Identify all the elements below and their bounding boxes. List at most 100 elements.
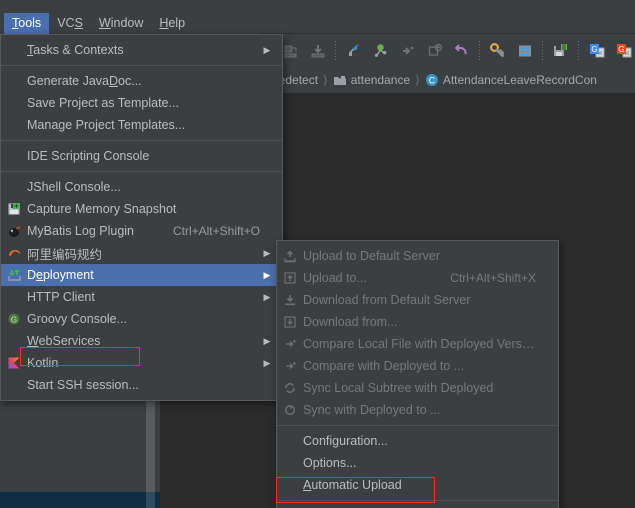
menu-item-kotlin[interactable]: Kotlin ▶ [1,352,282,374]
chevron-right-icon: ▶ [263,269,271,280]
run-icon[interactable] [340,36,367,66]
menu-item-capture-memory-snapshot[interactable]: Capture Memory Snapshot [1,198,282,220]
menu-item-mybatis-log-plugin[interactable]: MyBatis Log Plugin Ctrl+Alt+Shift+O [1,220,282,242]
svg-text:G: G [591,45,597,54]
breadcrumb-separator-icon: ⟩ [323,73,328,87]
svg-text:C: C [429,75,436,85]
breadcrumb-item-package[interactable]: attendance [331,73,412,87]
no-icon [1,93,27,113]
menu-item-alibaba-coding-guidelines[interactable]: 阿里编码规约 ▶ [1,242,282,264]
deployment-submenu[interactable]: Upload to Default Server Upload to... Ct… [276,240,559,508]
menu-label-options: Options... [303,456,357,470]
menu-label-download-from: Download from... [303,315,398,329]
menu-label-alibaba: 阿里编码规约 [27,247,103,262]
folder-icon [333,74,347,87]
menu-label-deployment: ployment [42,268,94,282]
chevron-right-icon: ▶ [263,291,271,302]
menu-label-sync-deployed-to: Sync with Deployed to ... [303,403,441,417]
menu-item-upload-to[interactable]: Upload to... Ctrl+Alt+Shift+X [277,267,558,289]
menu-item-start-ssh-session[interactable]: Start SSH session... [1,374,282,396]
no-icon [1,331,27,351]
menu-label-jshell: JShell Console... [27,180,121,194]
menu-item-download-from-default-server[interactable]: Download from Default Server [277,289,558,311]
menu-item-ide-scripting-console[interactable]: IDE Scripting Console [1,145,282,167]
menu-item-tasks-contexts[interactable]: Tasks & Contexts ▶ [1,39,282,61]
menu-label-sync-local-subtree: Sync Local Subtree with Deployed [303,381,494,395]
breadcrumb-label: AttendanceLeaveRecordCon [442,73,597,87]
no-icon [1,287,27,307]
menu-label-upload-to: Upload to... [303,271,367,285]
mybatis-icon [1,221,27,241]
menu-label-compare-deployed-to: Compare with Deployed to ... [303,359,465,373]
menu-item-options[interactable]: Options... [277,452,558,474]
menu-item-configuration[interactable]: Configuration... [277,430,558,452]
coverage-icon[interactable] [394,36,421,66]
menu-label-webservices: ebServices [38,334,101,348]
menu-item-groovy-console[interactable]: G Groovy Console... [1,308,282,330]
profile-icon[interactable] [421,36,448,66]
menu-label-configuration: Configuration... [303,434,388,448]
menu-bar[interactable]: Tools VCS Window Help [0,12,258,34]
menu-label-capture-snapshot: Capture Memory Snapshot [27,202,177,216]
undo-icon[interactable] [448,36,475,66]
no-icon [1,375,27,395]
menu-item-deployment[interactable]: Deployment ▶ [1,264,282,286]
menu-separator [1,140,282,141]
menu-item-sync-local-subtree[interactable]: Sync Local Subtree with Deployed [277,377,558,399]
groovy-icon: G [1,309,27,329]
main-toolbar[interactable]: G G [258,33,635,67]
deployment-icon [1,265,27,285]
build-module-icon[interactable] [304,36,331,66]
breadcrumb[interactable]: ifacedetect ⟩ attendance ⟩ C AttendanceL… [258,67,635,93]
menubar-item-window[interactable]: Window [91,13,151,34]
download-default-icon [277,290,303,310]
menu-label-http-client: HTTP Client [27,290,95,304]
kotlin-icon [1,353,27,373]
menu-item-sync-with-deployed-to[interactable]: Sync with Deployed to ... [277,399,558,421]
settings-icon[interactable] [484,36,511,66]
menu-item-jshell-console[interactable]: JShell Console... [1,176,282,198]
menu-item-http-client[interactable]: HTTP Client ▶ [1,286,282,308]
structure-icon[interactable] [511,36,538,66]
menu-item-download-from[interactable]: Download from... [277,311,558,333]
no-icon [1,146,27,166]
menubar-item-help[interactable]: Help [151,13,193,34]
menu-label-manage-templates: Manage Project Templates... [27,118,186,132]
menubar-item-vcs[interactable]: VCS [49,13,91,34]
menubar-label-window: indow [110,15,144,30]
menu-item-upload-to-default-server[interactable]: Upload to Default Server [277,245,558,267]
menu-label-kotlin: Kotlin [27,356,59,370]
menu-item-compare-with-deployed-to[interactable]: Compare with Deployed to ... [277,355,558,377]
menu-item-compare-local-with-deployed[interactable]: Compare Local File with Deployed Version [277,333,558,355]
status-bar-scroll [146,492,155,508]
toolbar-separator [475,36,484,66]
upload-default-icon [277,246,303,266]
menu-item-manage-project-templates[interactable]: Manage Project Templates... [1,114,282,136]
translate-google-icon[interactable]: G [583,36,610,66]
menu-item-webservices[interactable]: WebServices ▶ [1,330,282,352]
chevron-right-icon: ▶ [263,357,271,368]
breadcrumb-item-class[interactable]: C AttendanceLeaveRecordCon [423,73,599,87]
menu-label-save-template: Save Project as Template... [27,96,179,110]
menu-item-automatic-upload[interactable]: Automatic Upload [277,474,558,496]
menu-label-upload-default: Upload to Default Server [303,249,440,263]
menu-label-groovy: Groovy Console... [27,312,128,326]
translate-other-icon[interactable]: G [610,36,635,66]
menu-label-automatic-upload: utomatic Upload [311,478,402,492]
menubar-item-tools[interactable]: Tools [4,12,50,34]
menu-accel-mybatis: Ctrl+Alt+Shift+O [172,224,260,238]
no-icon [1,71,27,91]
save-all-icon[interactable] [547,36,574,66]
menu-label-compare-local: Compare Local File with Deployed Version [303,337,536,351]
menu-separator [277,500,558,501]
debug-icon[interactable] [367,36,394,66]
menu-item-generate-javadoc[interactable]: Generate JavaDoc... [1,70,282,92]
menubar-label-vcs: VC [57,15,75,30]
alibaba-icon [1,243,27,263]
snapshot-icon [1,199,27,219]
ide-window: Double ift+N E Navigation Bar Alt+Home [0,0,635,508]
menu-item-save-project-as-template[interactable]: Save Project as Template... [1,92,282,114]
download-from-icon [277,312,303,332]
tools-menu[interactable]: Tasks & Contexts ▶ Generate JavaDoc... S… [0,34,283,401]
menubar-label-help: elp [168,15,186,30]
